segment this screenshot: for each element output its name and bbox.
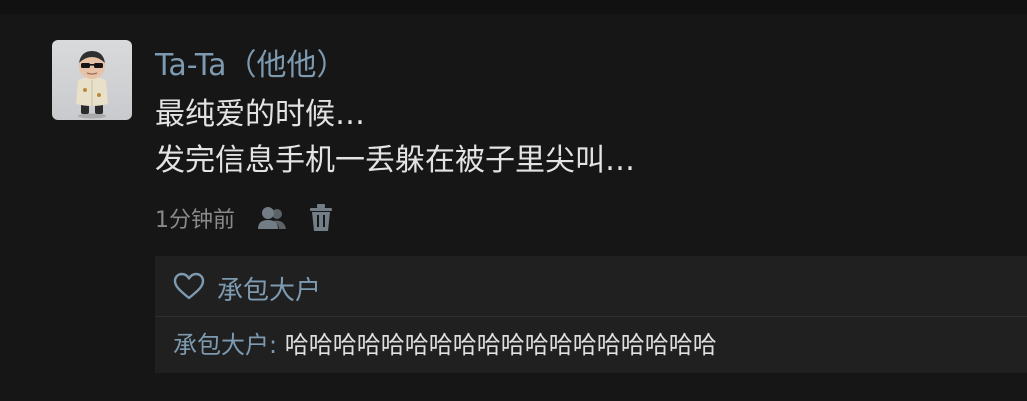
post-meta: 1分钟前: [155, 200, 333, 236]
post-message: 最纯爱的时候… 发完信息手机一丢躲在被子里尖叫…: [155, 92, 635, 184]
heart-outline-icon: [173, 272, 205, 304]
divider: [155, 316, 1027, 317]
people-icon[interactable]: [257, 205, 287, 231]
avatar[interactable]: [52, 40, 132, 120]
post-message-line: 发完信息手机一丢躲在被子里尖叫…: [155, 143, 635, 178]
likes-names[interactable]: 承包大户: [217, 270, 321, 307]
top-strip: [0, 0, 1027, 14]
avatar-image: [76, 51, 108, 119]
comment[interactable]: 承包大户: 哈哈哈哈哈哈哈哈哈哈哈哈哈哈哈哈哈哈: [173, 328, 717, 362]
likes-and-comments-panel: 承包大户 承包大户: 哈哈哈哈哈哈哈哈哈哈哈哈哈哈哈哈哈哈: [155, 256, 1027, 373]
comment-author[interactable]: 承包大户:: [173, 331, 285, 359]
post-time: 1分钟前: [155, 208, 235, 233]
post-author[interactable]: Ta-Ta（他他）: [155, 46, 347, 86]
comment-text: 哈哈哈哈哈哈哈哈哈哈哈哈哈哈哈哈哈哈: [284, 331, 717, 359]
post-message-line: 最纯爱的时候…: [155, 97, 365, 132]
trash-icon[interactable]: [309, 204, 333, 232]
likes-row: 承包大户: [173, 270, 321, 306]
